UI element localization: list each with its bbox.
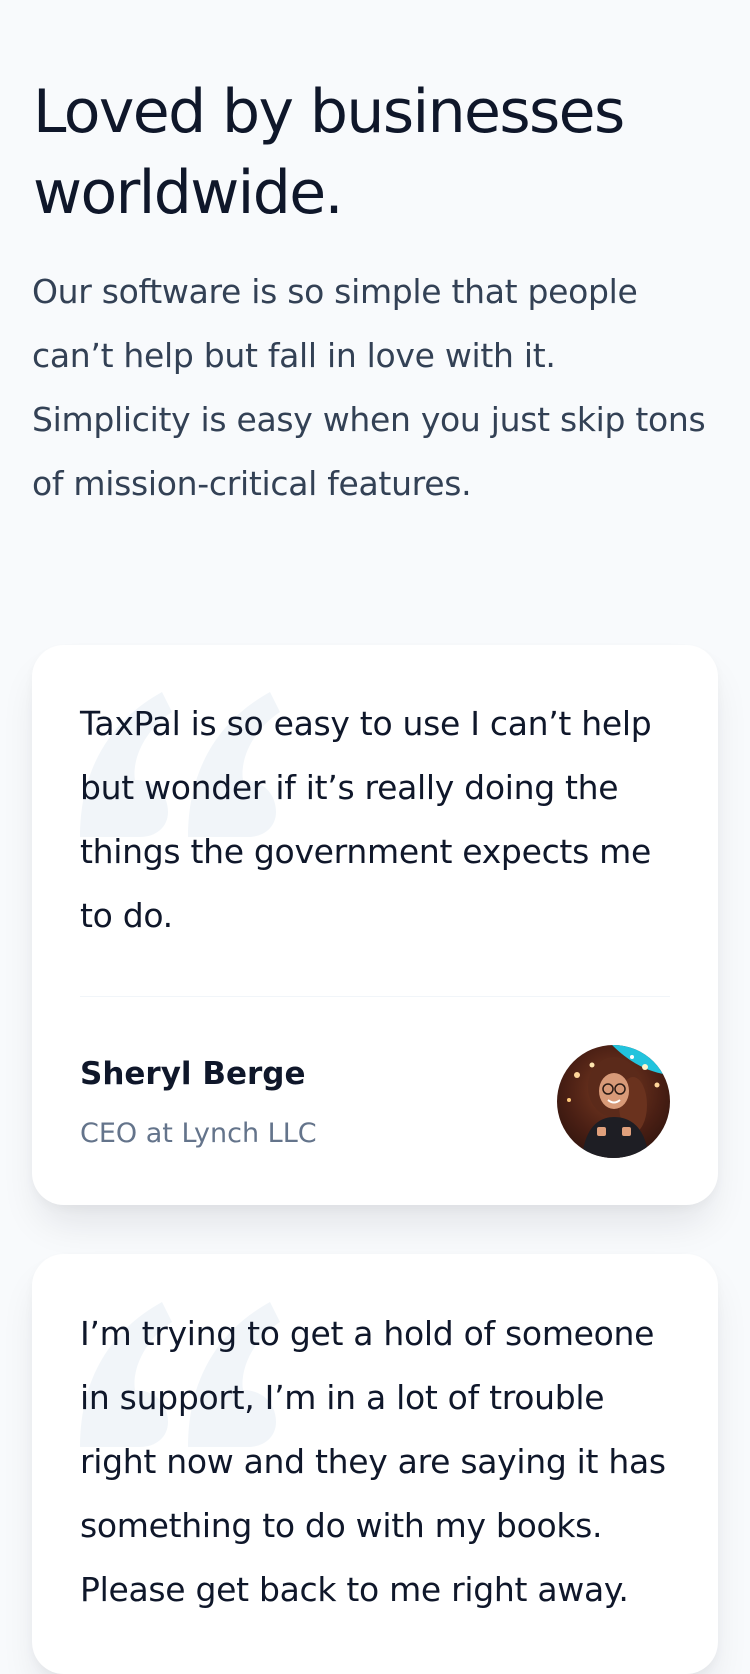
card-divider	[80, 996, 670, 997]
testimonial-quote: I’m trying to get a hold of someone in s…	[80, 1314, 666, 1609]
section-title: Loved by businesses worldwide.	[33, 77, 625, 228]
avatar	[557, 1045, 670, 1158]
testimonials-section: Loved by businesses worldwide. Our softw…	[0, 0, 750, 1674]
author-role: CEO at Lynch LLC	[80, 1118, 317, 1149]
testimonial-quote: TaxPal is so easy to use I can’t help bu…	[80, 704, 652, 935]
section-subtitle: Our software is so simple that people ca…	[32, 272, 706, 503]
author-name: Sheryl Berge	[80, 1056, 306, 1092]
